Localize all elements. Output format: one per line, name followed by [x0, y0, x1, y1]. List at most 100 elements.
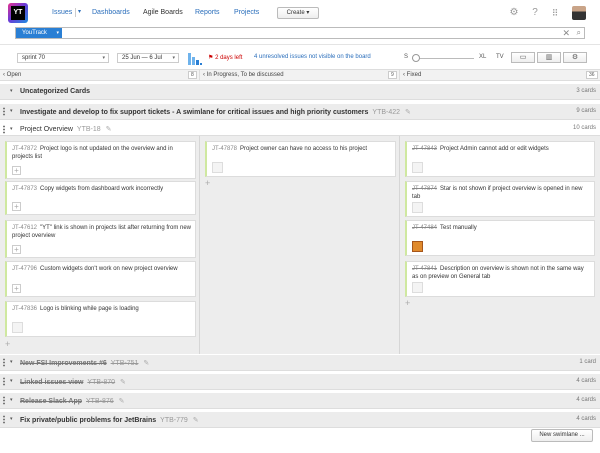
assignee-avatar[interactable] — [412, 162, 423, 173]
expand-icon[interactable]: ▾ — [10, 88, 13, 94]
swimlane-investigate[interactable]: ▾ Investigate and develop to fix support… — [0, 104, 600, 120]
expand-icon[interactable]: ▾ — [10, 359, 13, 365]
chevron-left-icon: ‹ — [403, 72, 405, 78]
swimlane-project-overview[interactable]: ▾ Project Overview YTB-18 ✎ 10 cards — [0, 122, 600, 136]
swimlane-issue-id[interactable]: YTB-779 — [160, 417, 188, 424]
burndown-chart-icon[interactable] — [188, 51, 202, 65]
issue-id[interactable]: JT-47874 — [412, 186, 437, 192]
add-card-icon[interactable]: + — [205, 178, 210, 188]
nav-issues[interactable]: Issues — [52, 9, 72, 16]
swimlane-uncategorized[interactable]: ▾ Uncategorized Cards 3 cards — [0, 84, 600, 100]
issue-id[interactable]: JT-47836 — [12, 306, 37, 312]
assignee-avatar[interactable] — [412, 282, 423, 293]
assignee-avatar[interactable] — [212, 162, 223, 173]
search-bar[interactable]: YouTrack ▾ ✕ ⌕ — [15, 27, 585, 39]
issue-id[interactable]: JT-47878 — [212, 146, 237, 152]
create-button[interactable]: Create ▾ — [277, 7, 319, 19]
add-assignee-icon[interactable]: + — [12, 166, 21, 175]
expand-icon[interactable]: ▾ — [10, 416, 13, 422]
search-icon[interactable]: ⌕ — [577, 28, 581, 38]
chevron-down-icon: ▾ — [102, 55, 105, 61]
issue-id[interactable]: JT-47843 — [412, 146, 437, 152]
nav-agile-boards[interactable]: Agile Boards — [143, 9, 183, 16]
tray-view-button[interactable]: ▭ — [511, 52, 535, 63]
issue-id[interactable]: JT-47873 — [12, 186, 37, 192]
assignee-avatar[interactable] — [12, 322, 23, 333]
swimlane-issue-id[interactable]: YTB-870 — [87, 379, 115, 386]
new-swimlane-button[interactable]: New swimlane ... — [531, 429, 593, 442]
column-fixed-title[interactable]: ‹ Fixed — [403, 72, 421, 78]
drag-handle-icon[interactable] — [3, 396, 5, 405]
chevron-down-icon: ▾ — [56, 30, 59, 36]
issue-id[interactable]: JT-47796 — [12, 266, 37, 272]
pencil-icon[interactable]: ✎ — [143, 359, 149, 367]
nav-dashboards[interactable]: Dashboards — [92, 9, 130, 16]
column-open-count: 8 — [188, 71, 197, 79]
swimlane-fsi-improvements[interactable]: ▾ New FSI Improvements #6 YTB-751 ✎ 1 card — [0, 355, 600, 371]
unresolved-issues-link[interactable]: 4 unresolved issues not visible on the b… — [254, 54, 371, 60]
pencil-icon[interactable]: ✎ — [120, 378, 126, 386]
drag-handle-icon[interactable] — [3, 415, 5, 424]
issue-card[interactable]: JT-47874 Star is not shown if project ove… — [405, 181, 595, 217]
column-headers: ‹ Open 8 ‹ In Progress, To be discussed … — [0, 69, 600, 81]
swimlane-release-slack[interactable]: ▾ Release Slack App YTB-876 ✎ 4 cards — [0, 393, 600, 409]
card-size-slider[interactable] — [412, 58, 474, 59]
youtrack-logo-icon[interactable]: YT — [8, 3, 28, 23]
pencil-icon[interactable]: ✎ — [405, 108, 411, 116]
board-settings-button[interactable]: ⚙ — [563, 52, 587, 63]
nav-reports[interactable]: Reports — [195, 9, 220, 16]
issue-card[interactable]: JT-47878 Project owner can have no access… — [205, 141, 396, 177]
date-range-select[interactable]: 25 Jun — 6 Jul ▾ — [117, 53, 179, 63]
assignee-avatar[interactable] — [412, 241, 423, 252]
assignee-avatar[interactable] — [412, 202, 423, 213]
expand-icon[interactable]: ▾ — [10, 397, 13, 403]
add-assignee-icon[interactable]: + — [12, 245, 21, 254]
drag-handle-icon[interactable] — [3, 125, 5, 134]
swimlane-private-public[interactable]: ▾ Fix private/public problems for JetBra… — [0, 412, 600, 428]
issue-card[interactable]: JT-47872 Project logo is not updated on t… — [5, 141, 196, 179]
add-card-icon[interactable]: + — [405, 298, 410, 308]
pencil-icon[interactable]: ✎ — [119, 397, 125, 405]
pencil-icon[interactable]: ✎ — [106, 125, 112, 133]
column-in-progress-title[interactable]: ‹ In Progress, To be discussed — [203, 72, 284, 78]
issue-card[interactable]: JT-47484 Test manually — [405, 220, 595, 256]
help-icon[interactable]: ? — [529, 7, 541, 19]
user-avatar[interactable] — [572, 6, 586, 20]
gear-icon[interactable]: ⚙ — [508, 7, 520, 19]
sprint-select[interactable]: sprint 70 ▾ — [17, 53, 109, 63]
card-size-slider-handle[interactable] — [412, 54, 420, 62]
issue-id[interactable]: JT-47872 — [12, 146, 37, 152]
nav-projects[interactable]: Projects — [234, 9, 259, 16]
issue-card[interactable]: JT-47873 Copy widgets from dashboard work… — [5, 181, 196, 215]
issue-id[interactable]: JT-47841 — [412, 266, 437, 272]
drag-handle-icon[interactable] — [3, 358, 5, 367]
issue-id[interactable]: JT-47612 — [12, 225, 37, 231]
pencil-icon[interactable]: ✎ — [193, 416, 199, 424]
clear-search-icon[interactable]: ✕ — [562, 28, 570, 38]
column-open-title[interactable]: ‹ Open — [3, 72, 21, 78]
swimlane-issue-id[interactable]: YTB-18 — [77, 126, 101, 133]
issue-card[interactable]: JT-47796 Custom widgets don't work on new… — [5, 261, 196, 297]
issue-card[interactable]: JT-47841 Description on overview is shown… — [405, 261, 595, 297]
drag-handle-icon[interactable] — [3, 377, 5, 386]
add-assignee-icon[interactable]: + — [12, 202, 21, 211]
drag-handle-icon[interactable] — [3, 107, 5, 116]
add-assignee-icon[interactable]: + — [12, 284, 21, 293]
expand-icon[interactable]: ▾ — [10, 378, 13, 384]
columns-view-button[interactable]: ▥ — [537, 52, 561, 63]
expand-icon[interactable]: ▾ — [10, 108, 13, 114]
swimlane-issue-id[interactable]: YTB-876 — [86, 398, 114, 405]
swimlane-issue-id[interactable]: YTB-422 — [372, 109, 400, 116]
swimlane-issue-id[interactable]: YTB-751 — [111, 360, 139, 367]
issue-card[interactable]: JT-47612 "YT" link is shown in projects l… — [5, 220, 196, 258]
issue-card[interactable]: JT-47843 Project Admin cannot add or edit… — [405, 141, 595, 177]
swimlane-linked-issues[interactable]: ▾ Linked issues view YTB-870 ✎ 4 cards — [0, 374, 600, 390]
issue-card[interactable]: JT-47836 Logo is blinking while page is l… — [5, 301, 196, 337]
issue-id[interactable]: JT-47484 — [412, 225, 437, 231]
search-context-button[interactable]: YouTrack ▾ — [16, 28, 62, 38]
expand-icon[interactable]: ▾ — [10, 126, 13, 132]
add-card-icon[interactable]: + — [5, 339, 10, 349]
nav-issues-dropdown-icon[interactable]: ▾ — [78, 8, 81, 15]
search-input[interactable] — [68, 29, 468, 37]
apps-grid-icon[interactable]: ⠿ — [549, 7, 561, 19]
